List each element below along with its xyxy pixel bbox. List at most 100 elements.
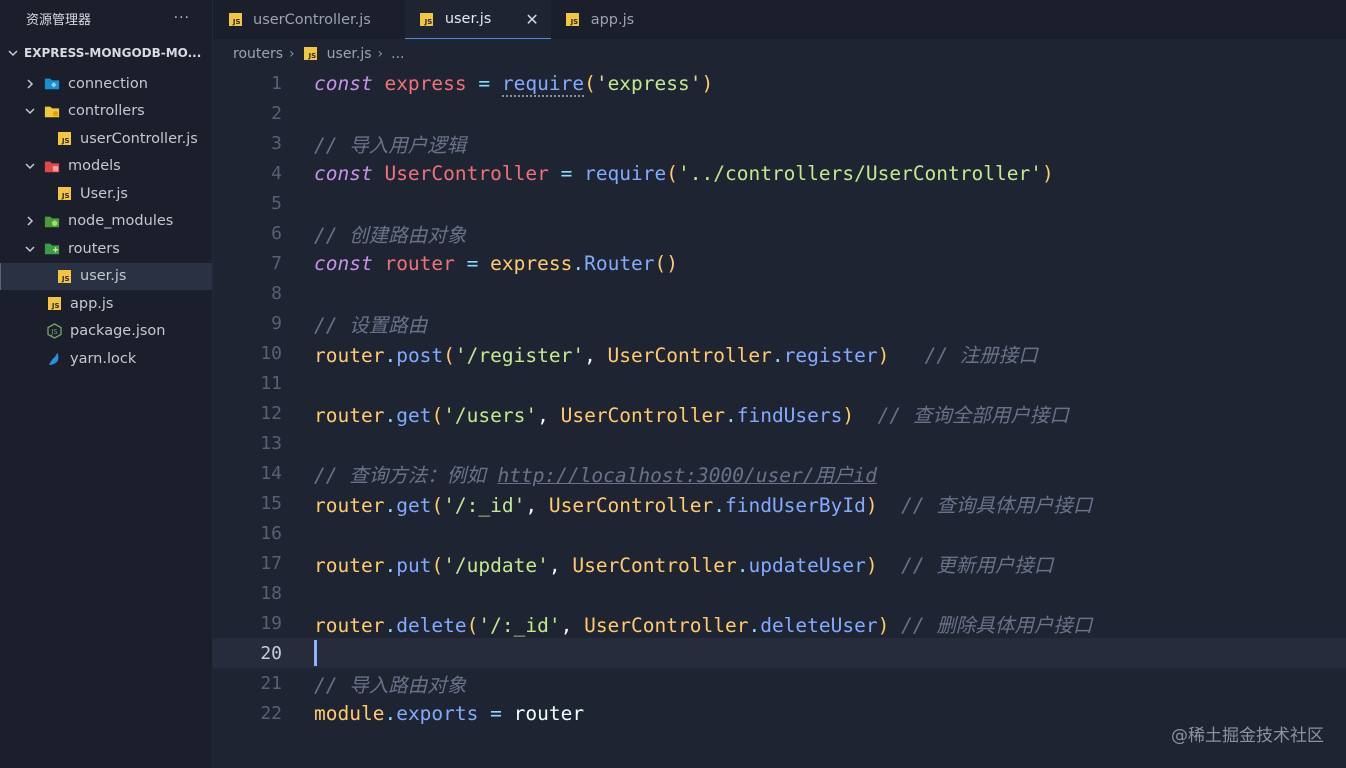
tab-app-js[interactable]: JS app.js: [551, 0, 649, 39]
code-line[interactable]: 16: [213, 518, 1346, 548]
code-comment: // 创建路由对象: [314, 223, 467, 247]
js-file-icon: JS: [419, 11, 435, 27]
tree-label: connection: [68, 75, 148, 92]
close-icon[interactable]: ✕: [525, 10, 538, 29]
more-actions-icon[interactable]: ···: [174, 10, 190, 26]
js-file-icon: JS: [56, 268, 72, 284]
chevron-down-icon: [22, 243, 38, 255]
tab-user-js[interactable]: JS user.js ✕: [404, 0, 551, 39]
js-file-icon: JS: [46, 296, 62, 312]
text-cursor: [314, 640, 317, 666]
code-line[interactable]: 2: [213, 98, 1346, 128]
code-line[interactable]: 7 const router = express.Router(): [213, 248, 1346, 278]
chevron-right-icon: [22, 215, 38, 227]
line-number: 17: [260, 552, 282, 574]
tree-folder-node-modules[interactable]: node_modules: [0, 208, 212, 236]
code-text: const express = require('express'): [314, 71, 714, 97]
js-file-icon: JS: [56, 131, 72, 147]
line-number: 16: [260, 522, 282, 544]
line-number: 8: [271, 282, 282, 304]
explorer-title: 资源管理器: [26, 12, 92, 28]
js-file-icon: JS: [303, 46, 319, 62]
code-line[interactable]: 17 router.put('/update', UserController.…: [213, 548, 1346, 578]
code-line[interactable]: 1 const express = require('express'): [213, 68, 1346, 98]
code-line[interactable]: 9 // 设置路由: [213, 308, 1346, 338]
code-line[interactable]: 14 // 查询方法：例如 http://localhost:3000/user…: [213, 458, 1346, 488]
comment-link[interactable]: http://localhost:3000/user/用户id: [497, 464, 876, 487]
tree-folder-controllers[interactable]: controllers: [0, 98, 212, 126]
chevron-right-icon: [22, 78, 38, 90]
line-number: 1: [271, 72, 282, 94]
project-root[interactable]: EXPRESS-MONGODB-MO...: [0, 36, 212, 70]
tree-file-user-router[interactable]: JS user.js: [0, 262, 212, 290]
line-number: 21: [260, 672, 282, 694]
tree-label: app.js: [70, 295, 114, 312]
explorer-header: 资源管理器 ···: [0, 0, 212, 36]
folder-node-icon: [44, 213, 60, 229]
nodejs-icon: JS: [46, 323, 62, 339]
breadcrumb-folder[interactable]: routers: [233, 46, 283, 62]
code-line[interactable]: 3 // 导入用户逻辑: [213, 128, 1346, 158]
code-line[interactable]: 21 // 导入路由对象: [213, 668, 1346, 698]
code-line[interactable]: 19 router.delete('/:_id', UserController…: [213, 608, 1346, 638]
line-number: 4: [271, 162, 282, 184]
code-editor[interactable]: 1 const express = require('express') 2 3…: [213, 68, 1346, 768]
tree-file-user-model[interactable]: JS User.js: [0, 180, 212, 208]
breadcrumb-file[interactable]: user.js: [327, 46, 372, 62]
tree-file-usercontroller[interactable]: JS userController.js: [0, 125, 212, 153]
chevron-right-icon: ›: [289, 45, 295, 62]
tree-label: yarn.lock: [70, 350, 137, 367]
line-number: 3: [271, 132, 282, 154]
line-number: 12: [260, 402, 282, 424]
watermark: @稀土掘金技术社区: [1171, 726, 1324, 746]
line-number: 22: [260, 702, 282, 724]
code-text: router.get('/:_id', UserController.findU…: [314, 493, 1093, 517]
code-line[interactable]: 5: [213, 188, 1346, 218]
code-line[interactable]: 8: [213, 278, 1346, 308]
line-number: 6: [271, 222, 282, 244]
folder-models-icon: [44, 158, 60, 174]
code-line[interactable]: 13: [213, 428, 1346, 458]
tree-file-package-json[interactable]: JS package.json: [0, 318, 212, 346]
code-line[interactable]: 10 router.post('/register', UserControll…: [213, 338, 1346, 368]
tree-label: routers: [68, 240, 120, 257]
line-number: 20: [260, 642, 282, 664]
code-line[interactable]: 18: [213, 578, 1346, 608]
line-number: 14: [260, 462, 282, 484]
tree-label: User.js: [80, 185, 128, 202]
code-comment: // 导入用户逻辑: [314, 133, 467, 157]
line-number: 18: [260, 582, 282, 604]
tree-file-yarn-lock[interactable]: yarn.lock: [0, 345, 212, 373]
tree-file-app[interactable]: JS app.js: [0, 290, 212, 318]
folder-connection-icon: [44, 76, 60, 92]
code-text: router.put('/update', UserController.upd…: [314, 553, 1054, 577]
code-line-current[interactable]: 20: [213, 638, 1346, 668]
tree-label: package.json: [70, 323, 166, 340]
editor-tabs: JS userController.js JS user.js ✕ JS app…: [213, 0, 1346, 40]
code-comment: // 导入路由对象: [314, 673, 467, 697]
line-number: 15: [260, 492, 282, 514]
chevron-down-icon: [6, 47, 20, 59]
line-number: 7: [271, 252, 282, 274]
svg-text:JS: JS: [50, 328, 58, 336]
code-text: const UserController = require('../contr…: [314, 161, 1054, 185]
chevron-down-icon: [22, 160, 38, 172]
tree-folder-models[interactable]: models: [0, 153, 212, 181]
line-number: 19: [260, 612, 282, 634]
line-number: 2: [271, 102, 282, 124]
breadcrumb: routers › JS user.js › ...: [213, 39, 1346, 68]
tree-label: userController.js: [80, 130, 198, 147]
tree-folder-connection[interactable]: connection: [0, 70, 212, 98]
tab-label: userController.js: [253, 11, 371, 28]
code-line[interactable]: 15 router.get('/:_id', UserController.fi…: [213, 488, 1346, 518]
breadcrumb-more[interactable]: ...: [391, 46, 404, 62]
code-line[interactable]: 11: [213, 368, 1346, 398]
code-line[interactable]: 6 // 创建路由对象: [213, 218, 1346, 248]
line-number: 5: [271, 192, 282, 214]
code-text: router.delete('/:_id', UserController.de…: [314, 613, 1093, 637]
code-line[interactable]: 4 const UserController = require('../con…: [213, 158, 1346, 188]
tree-folder-routers[interactable]: routers: [0, 235, 212, 263]
tab-usercontroller-js[interactable]: JS userController.js: [213, 0, 385, 39]
code-comment: // 设置路由: [314, 313, 428, 337]
code-line[interactable]: 12 router.get('/users', UserController.f…: [213, 398, 1346, 428]
